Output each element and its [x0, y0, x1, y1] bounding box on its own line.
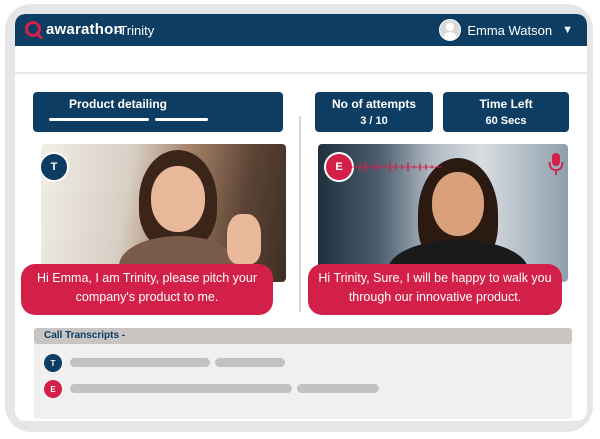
user-menu[interactable]: Emma Watson ▼ [439, 19, 573, 41]
panel-divider [299, 116, 301, 312]
call-transcripts-panel: Call Transcripts - T E [34, 328, 572, 419]
time-left-title: Time Left [479, 97, 533, 111]
caret-down-icon[interactable]: ▼ [562, 24, 573, 36]
trinity-message-bubble: Hi Emma, I am Trinity, please pitch your… [21, 264, 273, 315]
attempts-card: No of attempts 3 / 10 [315, 92, 433, 132]
awarathon-logo-icon [25, 21, 43, 39]
progress-bar-segment [155, 118, 208, 121]
app-screen: awarathon -Trinity Emma Watson ▼ Product… [15, 14, 587, 421]
transcript-line [215, 358, 285, 367]
product-detailing-card: Product detailing [33, 92, 283, 132]
user-name: Emma Watson [467, 22, 553, 38]
call-transcripts-header: Call Transcripts - [34, 328, 572, 344]
progress-bar-segment [49, 118, 149, 121]
top-bar: awarathon -Trinity Emma Watson ▼ [15, 14, 587, 46]
window-title: -Trinity [115, 23, 155, 38]
transcript-line [297, 384, 379, 393]
microphone-icon[interactable] [548, 152, 564, 176]
transcript-emma-badge: E [44, 380, 62, 398]
transcript-line [70, 358, 210, 367]
transcript-line [70, 384, 292, 393]
time-left-value: 60 Secs [485, 115, 527, 127]
logo-text: awarathon [46, 21, 123, 38]
audio-waveform-icon [352, 161, 442, 173]
trinity-video [41, 144, 286, 282]
emma-message-bubble: Hi Trinity, Sure, I will be happy to wal… [308, 264, 562, 315]
time-left-card: Time Left 60 Secs [443, 92, 569, 132]
attempts-title: No of attempts [332, 97, 416, 111]
trinity-avatar-badge: T [39, 152, 69, 182]
call-transcripts-title: Call Transcripts - [44, 330, 126, 341]
attempts-value: 3 / 10 [360, 115, 388, 127]
header-divider [15, 72, 587, 74]
user-avatar-icon [439, 19, 462, 41]
transcript-trinity-badge: T [44, 354, 62, 372]
emma-avatar-badge: E [324, 152, 354, 182]
product-detailing-title: Product detailing [69, 97, 168, 111]
